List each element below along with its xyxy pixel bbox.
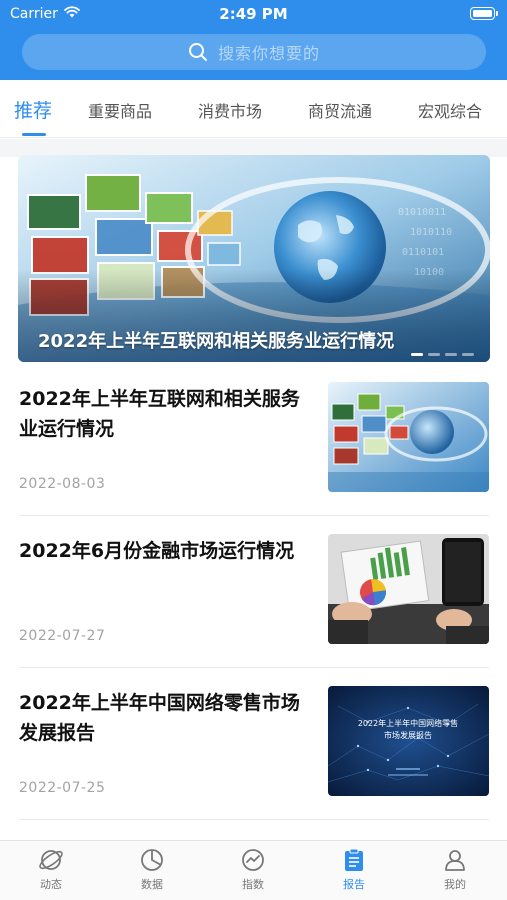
bottom-tab-bar: 动态 数据 指数 报告 我的	[0, 840, 507, 900]
tab-dynamics[interactable]: 动态	[21, 847, 81, 892]
clipboard-icon	[324, 847, 384, 873]
banner-caption: 2022年上半年互联网和相关服务业运行情况	[38, 331, 395, 352]
status-bar: Carrier 2:49 PM	[0, 0, 507, 28]
trend-circle-icon	[223, 847, 283, 873]
list-item[interactable]: 2022年上半年中国网络零售市场发展报告 2022-07-25 2022年上半年…	[0, 686, 507, 840]
search-input[interactable]: 搜索你想要的	[218, 40, 320, 64]
list-divider	[19, 515, 489, 516]
list-item[interactable]: 2022年上半年互联网和相关服务业运行情况 2022-08-03	[0, 382, 507, 536]
tab-recommend[interactable]: 推荐	[14, 96, 52, 123]
header: Carrier 2:49 PM 搜索你想要的	[0, 0, 507, 80]
internet-globe-image	[328, 382, 489, 492]
tab-trade-circulation[interactable]: 商贸流通	[308, 98, 372, 122]
report-cover-image: 2022年上半年中国网络零售 市场发展报告	[328, 686, 489, 796]
tab-mine[interactable]: 我的	[425, 847, 485, 892]
list-divider	[19, 819, 489, 820]
article-title: 2022年上半年互联网和相关服务业运行情况	[19, 388, 300, 440]
report-cover-title: 2022年上半年中国网络零售	[358, 718, 458, 728]
active-tab-indicator	[22, 133, 46, 136]
banner-carousel[interactable]: 01010011 1010110 0110101 10100 2022年上半年互…	[18, 155, 490, 362]
battery-icon	[470, 7, 498, 20]
report-cover-subtitle: 市场发展报告	[384, 730, 432, 740]
finance-charts-image	[328, 534, 489, 644]
list-divider	[19, 667, 489, 668]
article-date: 2022-08-03	[19, 476, 106, 492]
planet-icon	[21, 847, 81, 873]
category-tabs: 推荐 重要商品 消费市场 商贸流通 宏观综合	[0, 80, 507, 138]
carousel-dot-active	[411, 353, 423, 356]
search-icon	[188, 42, 208, 62]
clock: 2:49 PM	[219, 5, 288, 23]
tab-consumer-market[interactable]: 消费市场	[198, 98, 262, 122]
carousel-dot	[445, 353, 457, 356]
tab-label: 我的	[444, 878, 466, 891]
app-screen: Carrier 2:49 PM 搜索你想要的 推荐 重要商品 消费市场 商贸流通…	[0, 0, 507, 900]
article-title: 2022年6月份金融市场运行情况	[19, 540, 295, 562]
carousel-indicator	[411, 353, 474, 356]
tab-important-goods[interactable]: 重要商品	[88, 98, 152, 122]
user-icon	[425, 847, 485, 873]
search-bar[interactable]: 搜索你想要的	[22, 34, 486, 70]
article-date: 2022-07-25	[19, 780, 106, 796]
tab-label: 指数	[242, 878, 264, 891]
tab-macro[interactable]: 宏观综合	[418, 98, 482, 122]
tab-index[interactable]: 指数	[223, 847, 283, 892]
tab-label: 动态	[40, 878, 62, 891]
tab-reports[interactable]: 报告	[324, 847, 384, 892]
tab-label: 数据	[141, 878, 163, 891]
tab-label: 报告	[343, 878, 365, 891]
carousel-dot	[428, 353, 440, 356]
article-title: 2022年上半年中国网络零售市场发展报告	[19, 692, 300, 744]
article-date: 2022-07-27	[19, 628, 106, 644]
list-item[interactable]: 2022年6月份金融市场运行情况 2022-07-27	[0, 534, 507, 688]
tab-data[interactable]: 数据	[122, 847, 182, 892]
carousel-dot	[462, 353, 474, 356]
pie-chart-icon	[122, 847, 182, 873]
